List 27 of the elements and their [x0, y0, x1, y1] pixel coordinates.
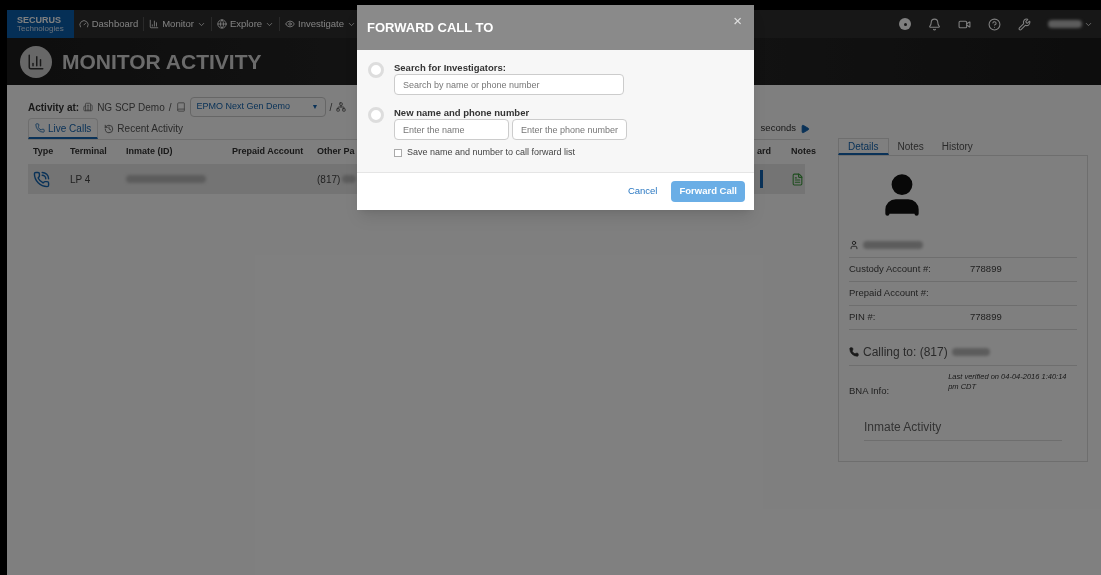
- column-header: Terminal: [70, 146, 107, 157]
- page-title: MONITOR ACTIVITY: [62, 48, 262, 75]
- field-label: PIN #:: [849, 310, 877, 325]
- separator: /: [329, 100, 333, 115]
- field-label: BNA Info:: [849, 384, 891, 398]
- section-heading: Inmate Activity: [864, 418, 1062, 441]
- option-label: Search for Investigators:: [394, 62, 507, 74]
- refresh-label: seconds: [760, 121, 796, 136]
- field-label: Custody Account #:: [849, 262, 932, 277]
- checkbox-label: Save name and number to call forward list: [407, 146, 576, 159]
- column-header: Prepaid Account: [232, 146, 304, 157]
- table-cell: LP 4: [70, 173, 91, 185]
- dialog-title: FORWARD CALL TO: [367, 18, 494, 37]
- option-label: New name and phone number: [394, 107, 531, 119]
- calling-to: Calling to: (817): [863, 343, 948, 361]
- field-value: 778899: [970, 310, 1002, 325]
- activity-label: Activity at:: [28, 100, 80, 115]
- column-header: Notes: [791, 146, 816, 157]
- separator: /: [168, 100, 172, 115]
- column-header: Other Pa: [317, 146, 355, 157]
- table-cell-text: (817): [317, 172, 341, 187]
- column-header: ard: [757, 146, 771, 157]
- column-header: Inmate (ID): [126, 146, 173, 157]
- site-name: NG SCP Demo: [97, 100, 165, 115]
- field-label: Prepaid Account #:: [849, 286, 930, 301]
- field-value: 778899: [970, 262, 1002, 277]
- column-header: Type: [33, 146, 54, 157]
